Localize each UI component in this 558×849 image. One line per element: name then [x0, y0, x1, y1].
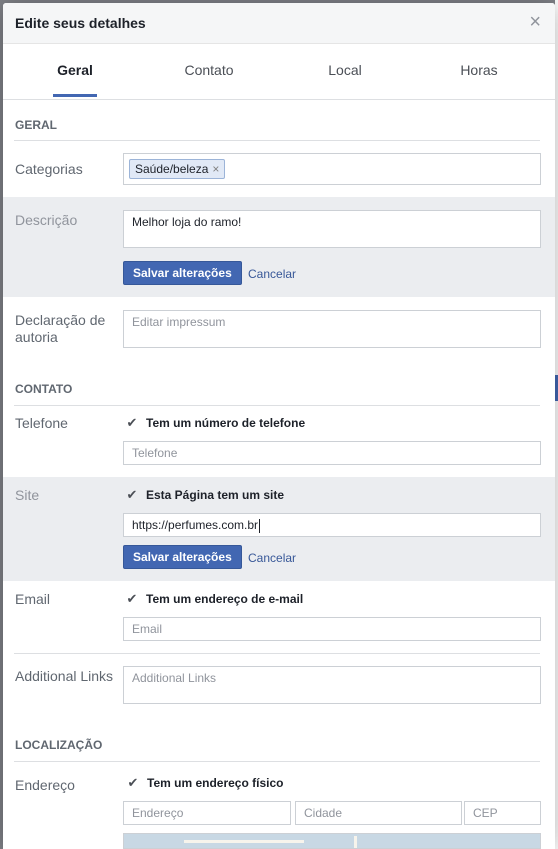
- impressum-placeholder: Editar impressum: [132, 315, 226, 329]
- site-checkbox-label: Esta Página tem um site: [146, 488, 285, 502]
- edit-details-dialog: Edite seus detalhes × Geral Contato Loca…: [3, 3, 555, 849]
- map-road: [184, 840, 304, 843]
- close-icon[interactable]: ×: [529, 12, 541, 32]
- text-cursor: [259, 518, 261, 533]
- endereco-label: Endereço: [15, 777, 75, 793]
- declaracao-label: Declaração de autoria: [15, 312, 105, 346]
- section-title-contato: CONTATO: [15, 382, 73, 396]
- tab-bar: Geral Contato Local Horas: [3, 44, 555, 100]
- telefone-label: Telefone: [15, 415, 68, 431]
- postal-code-placeholder: CEP: [473, 806, 498, 820]
- cancel-description-link[interactable]: Cancelar: [248, 267, 296, 281]
- map-road: [354, 836, 357, 848]
- email-placeholder: Email: [132, 622, 163, 636]
- save-website-button[interactable]: Salvar alterações: [123, 545, 242, 569]
- tab-contato[interactable]: Contato: [167, 44, 251, 100]
- section-title-geral: GERAL: [15, 118, 57, 132]
- endereco-checkbox-label: Tem um endereço físico: [147, 776, 284, 790]
- category-tag: Saúde/beleza ×: [129, 159, 226, 179]
- category-tag-label: Saúde/beleza: [135, 162, 209, 176]
- active-tab-indicator: [53, 94, 97, 97]
- postal-code-input[interactable]: CEP: [464, 801, 541, 825]
- divider: [14, 140, 540, 141]
- city-input[interactable]: Cidade: [295, 801, 462, 825]
- location-map[interactable]: [123, 833, 541, 849]
- site-checkbox[interactable]: ✔: [125, 488, 139, 502]
- categories-input[interactable]: Saúde/beleza ×: [123, 153, 541, 185]
- declaracao-label-line2: autoria: [15, 329, 58, 345]
- divider: [14, 761, 540, 762]
- impressum-input[interactable]: Editar impressum: [123, 310, 541, 348]
- telefone-checkbox[interactable]: ✔: [125, 416, 139, 430]
- city-placeholder: Cidade: [304, 806, 343, 820]
- email-checkbox[interactable]: ✔: [125, 592, 139, 606]
- email-input[interactable]: Email: [123, 617, 541, 641]
- remove-tag-icon[interactable]: ×: [212, 162, 219, 176]
- dialog-title: Edite seus detalhes: [15, 15, 146, 31]
- additional-links-input[interactable]: Additional Links: [123, 666, 541, 704]
- tab-horas[interactable]: Horas: [437, 44, 521, 100]
- dialog-header: Edite seus detalhes ×: [3, 3, 555, 44]
- phone-placeholder: Telefone: [132, 446, 178, 460]
- description-value: Melhor loja do ramo!: [132, 215, 242, 229]
- additional-links-label: Additional Links: [15, 668, 114, 684]
- section-title-localizacao: LOCALIZAÇÃO: [15, 738, 103, 752]
- categorias-label: Categorias: [15, 161, 83, 177]
- street-address-input[interactable]: Endereço: [123, 801, 291, 825]
- tab-local[interactable]: Local: [303, 44, 387, 100]
- site-label: Site: [15, 487, 40, 503]
- tab-geral[interactable]: Geral: [33, 44, 117, 100]
- endereco-checkbox[interactable]: ✔: [126, 776, 140, 790]
- telefone-checkbox-label: Tem um número de telefone: [146, 416, 306, 430]
- divider: [14, 405, 540, 406]
- email-checkbox-label: Tem um endereço de e-mail: [146, 592, 304, 606]
- website-input[interactable]: https://perfumes.com.br: [123, 513, 541, 537]
- additional-links-placeholder: Additional Links: [132, 671, 217, 685]
- street-address-placeholder: Endereço: [132, 806, 184, 820]
- cancel-website-link[interactable]: Cancelar: [248, 551, 296, 565]
- phone-input[interactable]: Telefone: [123, 441, 541, 465]
- descricao-label: Descrição: [15, 212, 78, 228]
- description-textarea[interactable]: Melhor loja do ramo!: [123, 210, 541, 248]
- email-label: Email: [15, 591, 51, 607]
- website-value: https://perfumes.com.br: [132, 518, 259, 532]
- save-description-button[interactable]: Salvar alterações: [123, 261, 242, 285]
- divider: [14, 653, 540, 654]
- declaracao-label-line1: Declaração de: [15, 312, 106, 328]
